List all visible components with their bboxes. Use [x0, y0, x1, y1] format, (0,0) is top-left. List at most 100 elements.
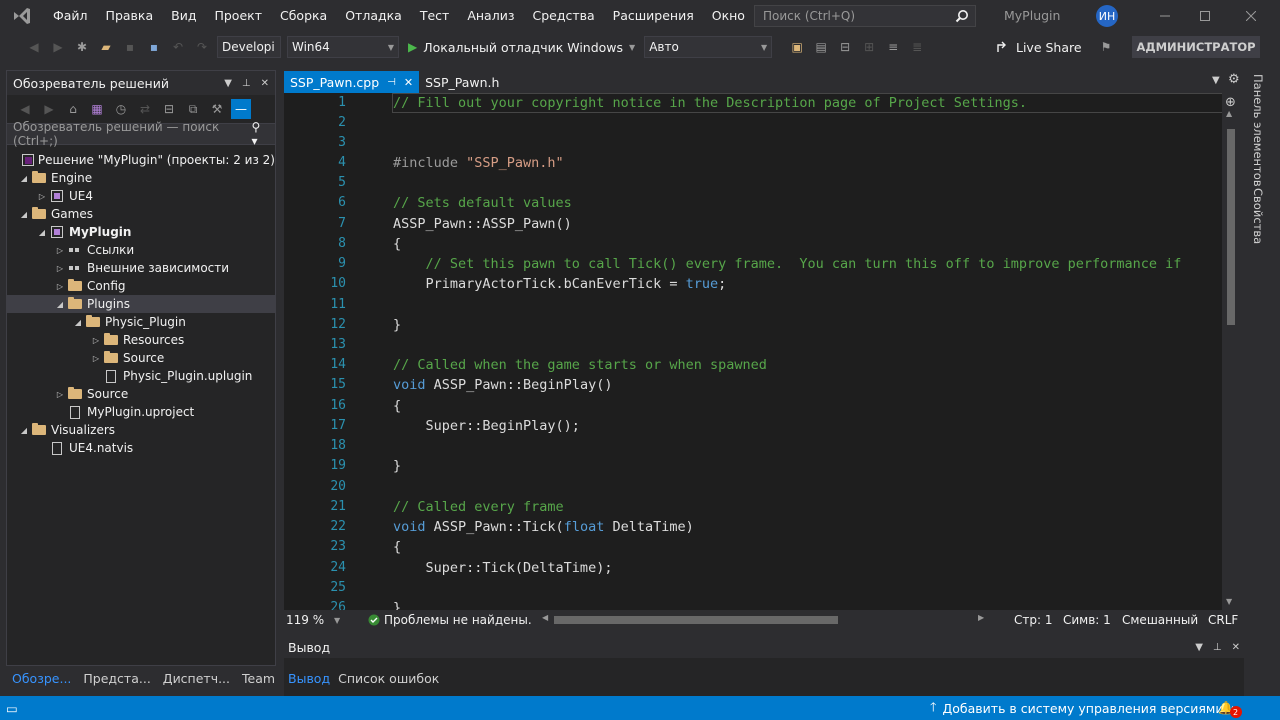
expanded-arrow-icon[interactable]: ◢ — [71, 318, 85, 327]
tree-node-uplugin[interactable]: Physic_Plugin.uplugin — [7, 367, 275, 385]
close-window-button[interactable] — [1228, 0, 1274, 32]
tree-node-visualizers[interactable]: ◢ Visualizers — [7, 421, 275, 439]
chevron-down-icon[interactable]: ▼ — [334, 616, 340, 625]
dropdown-icon[interactable]: ▼ — [1195, 642, 1203, 653]
menu-build[interactable]: Сборка — [271, 0, 336, 32]
close-tab-icon[interactable]: ✕ — [404, 76, 413, 89]
tree-node-ue4[interactable]: ▷ UE4 — [7, 187, 275, 205]
tab-ssp-pawn-cpp[interactable]: SSP_Pawn.cpp ⊣ ✕ — [284, 71, 420, 93]
settings-gear-icon[interactable]: ⚙ — [1228, 72, 1240, 87]
properties-icon[interactable]: ⚒ — [207, 99, 227, 119]
tree-node-uproject[interactable]: MyPlugin.uproject — [7, 403, 275, 421]
tree-node-source[interactable]: ▷ Source — [7, 385, 275, 403]
scroll-up-arrow-icon[interactable]: ▲ — [1226, 109, 1232, 118]
live-share-button[interactable]: Live Share — [996, 32, 1082, 62]
toolbar-icon-3[interactable]: ⊟ — [835, 37, 855, 57]
save-all-icon[interactable]: ▪ — [144, 37, 164, 57]
tree-node-engine[interactable]: ◢ Engine — [7, 169, 275, 187]
toolbar-icon-4[interactable]: ⊞ — [859, 37, 879, 57]
tree-node-natvis[interactable]: UE4.natvis — [7, 439, 275, 457]
tree-node-plugin-source[interactable]: ▷ Source — [7, 349, 275, 367]
expanded-arrow-icon[interactable]: ◢ — [35, 228, 49, 237]
menu-edit[interactable]: Правка — [97, 0, 163, 32]
pin-icon[interactable]: ⊥ — [242, 78, 251, 89]
pending-changes-icon[interactable]: ◷ — [111, 99, 131, 119]
menu-analyze[interactable]: Анализ — [458, 0, 523, 32]
tab-class-view[interactable]: Предста... — [77, 668, 156, 690]
undo-icon[interactable]: ↶ — [168, 37, 188, 57]
pin-icon[interactable]: ⊥ — [1213, 642, 1222, 653]
menu-file[interactable]: Файл — [44, 0, 97, 32]
tree-node-physic-plugin[interactable]: ◢ Physic_Plugin — [7, 313, 275, 331]
tree-node-external-deps[interactable]: ▷ Внешние зависимости — [7, 259, 275, 277]
tab-mode[interactable]: Смешанный — [1122, 613, 1198, 627]
tree-node-games[interactable]: ◢ Games — [7, 205, 275, 223]
tab-solution-explorer[interactable]: Обозре... — [6, 668, 77, 690]
code-editor[interactable]: 1 2 3 4 5 6 7 8 9 10 11 12 13 14 15 16 17 18 19 20 21 22 23 24 2… — [284, 93, 1240, 610]
scroll-right-arrow-icon[interactable]: ▶ — [978, 613, 984, 622]
collapsed-arrow-icon[interactable]: ▷ — [89, 336, 103, 345]
save-icon[interactable]: ▪ — [120, 37, 140, 57]
switch-views-icon[interactable]: ▦ — [87, 99, 107, 119]
menu-debug[interactable]: Отладка — [336, 0, 411, 32]
menu-extensions[interactable]: Расширения — [604, 0, 703, 32]
collapsed-arrow-icon[interactable]: ▷ — [53, 282, 67, 291]
tab-team-explorer[interactable]: Team Ex... — [236, 668, 281, 708]
scroll-down-arrow-icon[interactable]: ▼ — [1226, 597, 1232, 606]
menu-test[interactable]: Тест — [411, 0, 458, 32]
collapsed-arrow-icon[interactable]: ▷ — [53, 246, 67, 255]
expanded-arrow-icon[interactable]: ◢ — [17, 426, 31, 435]
tree-node-myplugin[interactable]: ◢ MyPlugin — [7, 223, 275, 241]
issues-indicator[interactable]: Проблемы не найдены. — [368, 613, 532, 627]
close-icon[interactable]: ✕ — [1232, 642, 1240, 653]
home-icon[interactable]: ⌂ — [63, 99, 83, 119]
collapse-all-icon[interactable]: ⊟ — [159, 99, 179, 119]
tab-output[interactable]: Вывод — [284, 668, 334, 690]
tree-node-config[interactable]: ▷ Config — [7, 277, 275, 295]
maximize-button[interactable] — [1182, 0, 1228, 32]
zoom-level[interactable]: 119 % — [286, 613, 324, 627]
expanded-arrow-icon[interactable]: ◢ — [17, 174, 31, 183]
open-file-icon[interactable]: ▰ — [96, 37, 116, 57]
solution-search-input[interactable]: Обозреватель решений — поиск (Ctrl+;) ⚲ … — [7, 120, 275, 148]
horizontal-scroll-thumb[interactable] — [554, 616, 838, 624]
expanded-arrow-icon[interactable]: ◢ — [53, 300, 67, 309]
pin-icon[interactable]: ⊣ — [387, 77, 396, 88]
platform-select[interactable]: Win64 ▼ — [287, 36, 399, 58]
navigate-forward-icon[interactable]: ▶ — [48, 37, 68, 57]
auto-select[interactable]: Авто ▼ — [644, 36, 773, 58]
tab-ssp-pawn-h[interactable]: SSP_Pawn.h — [419, 71, 505, 93]
vertical-scroll-thumb[interactable] — [1227, 129, 1235, 325]
tree-node-resources[interactable]: ▷ Resources — [7, 331, 275, 349]
expanded-arrow-icon[interactable]: ◢ — [17, 210, 31, 219]
forward-icon[interactable]: ▶ — [39, 99, 59, 119]
toolbox-tab[interactable]: Панель элементов — [1251, 74, 1265, 187]
new-project-icon[interactable]: ✱ — [72, 37, 92, 57]
feedback-icon[interactable]: ⚑ — [1096, 37, 1116, 57]
notifications-button[interactable]: 🔔 2 — [1218, 698, 1242, 718]
add-to-source-control-button[interactable]: 🡑 Добавить в систему управления версиями… — [930, 698, 1236, 719]
avatar[interactable]: ИН — [1096, 5, 1118, 27]
properties-tab[interactable]: Свойства — [1251, 188, 1265, 244]
back-icon[interactable]: ◀ — [15, 99, 35, 119]
comment-icon[interactable]: ≡ — [883, 37, 903, 57]
tab-overflow-icon[interactable]: ▼ — [1212, 75, 1220, 86]
tab-property-manager[interactable]: Диспетч... — [157, 668, 236, 690]
menu-window[interactable]: Окно — [703, 0, 754, 32]
editor-horizontal-scrollbar[interactable]: ◀ ▶ — [540, 613, 988, 626]
dropdown-icon[interactable]: ▼ — [224, 78, 232, 89]
collapsed-arrow-icon[interactable]: ▷ — [35, 192, 49, 201]
menu-view[interactable]: Вид — [162, 0, 205, 32]
toolbar-icon-1[interactable]: ▣ — [787, 37, 807, 57]
close-icon[interactable]: ✕ — [261, 78, 269, 89]
scroll-left-arrow-icon[interactable]: ◀ — [542, 613, 548, 622]
quick-search-input[interactable]: Поиск (Ctrl+Q) — [754, 5, 976, 27]
menu-tools[interactable]: Средства — [523, 0, 603, 32]
tab-error-list[interactable]: Список ошибок — [334, 668, 443, 690]
configuration-select[interactable]: Developi — [217, 36, 281, 58]
collapsed-arrow-icon[interactable]: ▷ — [89, 354, 103, 363]
split-editor-icon[interactable]: ⊕ — [1225, 95, 1236, 110]
show-all-files-icon[interactable]: ⧉ — [183, 99, 203, 119]
editor-vertical-scrollbar[interactable]: ⊕ ▲ ▼ — [1222, 93, 1240, 610]
redo-icon[interactable]: ↷ — [192, 37, 212, 57]
